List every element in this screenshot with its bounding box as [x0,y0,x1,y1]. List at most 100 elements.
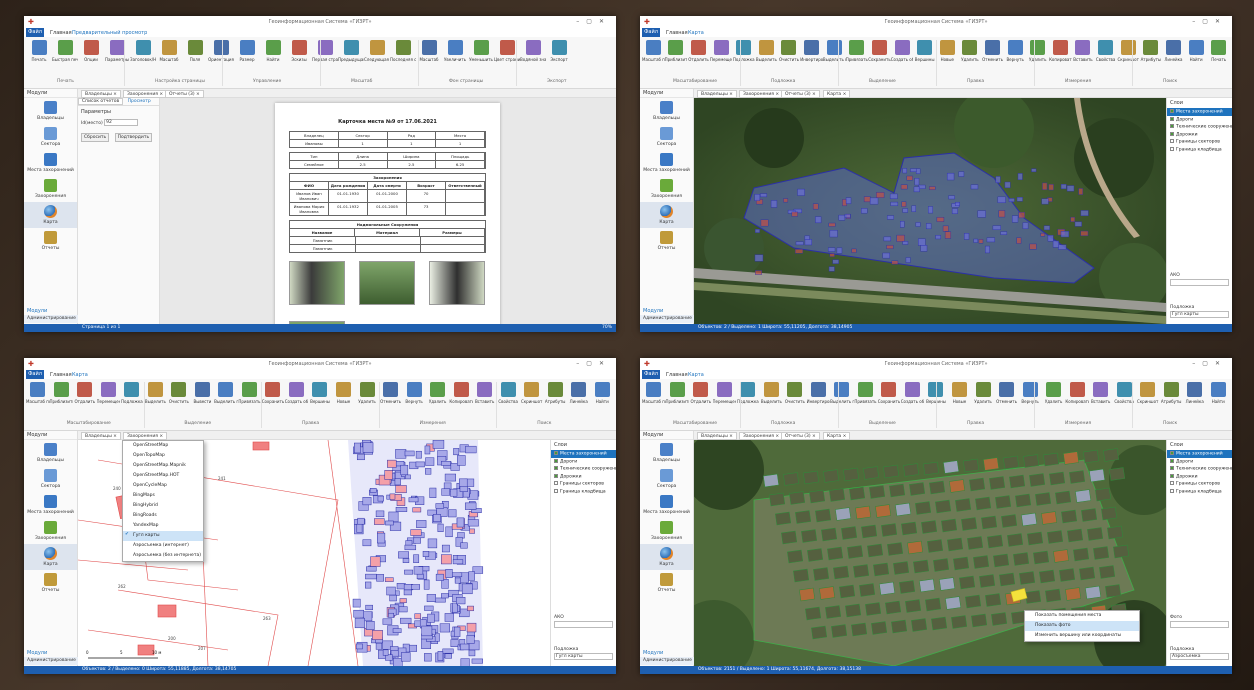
ribbon-button[interactable]: Очистить [778,40,801,62]
burial-plot[interactable] [907,540,924,555]
burial-plot[interactable] [415,461,425,468]
layer-checkbox[interactable] [1170,131,1174,136]
burial-plot[interactable] [442,648,454,654]
basemap-option[interactable]: OpenCycleMap [123,481,203,491]
burial-plot[interactable] [867,543,884,558]
admin-link[interactable]: Администрирование [24,657,78,665]
burial-plot[interactable] [365,621,375,630]
layer-checkbox[interactable] [1170,466,1174,470]
ribbon-button[interactable]: Копировать [449,382,473,404]
layer-item[interactable]: Дорожки [1167,473,1232,481]
burial-plot[interactable] [459,486,468,492]
sidebar-item[interactable]: Места захоронений [24,150,77,176]
burial-plot[interactable] [805,606,822,621]
ribbon-button[interactable]: Отдалить [687,40,710,62]
basemap-option[interactable]: Аэросъемка (без интернета) [123,551,203,561]
ribbon-button[interactable]: Найти [1206,382,1230,404]
burial-plot[interactable] [829,230,838,238]
burial-plot[interactable] [354,617,365,629]
burial-plot[interactable] [412,507,422,513]
burial-plot[interactable] [763,473,780,488]
file-tab[interactable]: Файл [642,370,660,379]
burial-plot[interactable] [812,203,819,210]
window-controls[interactable]: –▢✕ [1192,360,1227,367]
burial-plot[interactable] [465,445,477,454]
burial-plot[interactable] [899,580,916,594]
burial-plot[interactable] [1015,493,1032,508]
burial-plot[interactable] [1099,565,1116,579]
burial-plot[interactable] [783,472,800,486]
burial-plot[interactable] [942,225,949,232]
burial-plot[interactable] [887,215,894,220]
ribbon-button[interactable]: Выделить [755,40,778,62]
layer-item[interactable]: Границы секторов [1167,480,1232,488]
ribbon-button[interactable]: Перемещение [710,40,732,62]
burial-plot[interactable] [926,223,932,230]
burial-plot[interactable] [791,211,798,217]
ribbon-button[interactable]: Удалить [1026,40,1049,62]
tab-preview[interactable]: Предварительный просмотр [72,29,147,37]
layer-item[interactable]: Дорожки [551,473,616,481]
burial-plot[interactable] [460,658,470,666]
burial-plot[interactable] [441,460,451,466]
burial-plot[interactable] [461,583,473,595]
basemap-option[interactable]: OpenStreetMap.Mapnik [123,461,203,471]
burial-plot[interactable] [1089,468,1106,483]
burial-plot[interactable] [995,176,1001,183]
ribbon-button[interactable]: Перемещение [97,382,120,404]
burial-plot[interactable] [939,577,956,591]
context-menu-item[interactable]: Показать фото [1025,621,1139,631]
ribbon-button[interactable]: Новые [948,382,972,404]
burial-plot[interactable] [831,624,848,638]
burial-plot[interactable] [365,604,373,611]
burial-plot[interactable] [384,470,393,480]
burial-plot[interactable] [929,186,936,190]
burial-plot[interactable] [372,630,383,640]
burial-plot[interactable] [452,559,464,565]
burial-plot[interactable] [885,600,902,615]
burial-plot[interactable] [935,235,941,240]
ribbon-button[interactable]: Перемещение [713,382,736,404]
ribbon-button[interactable]: Масштаб по слою [642,40,665,62]
burial-plot[interactable] [847,545,864,559]
aerial-map-canvas[interactable] [694,98,1166,324]
burial-plot[interactable] [986,237,995,243]
burial-plot[interactable] [398,606,408,613]
burial-plot[interactable] [448,509,457,518]
burial-plot[interactable] [362,442,374,453]
burial-plot[interactable] [770,200,778,208]
burial-plot[interactable] [389,594,397,602]
ribbon-button[interactable]: Масштаб [416,40,442,62]
burial-plot[interactable] [1095,487,1112,502]
ribbon-button[interactable]: Удалить [971,382,995,404]
document-tab[interactable]: Захоронения × [123,432,168,440]
basemap-option[interactable]: BingHybrid [123,501,203,511]
burial-plot[interactable] [1027,531,1044,546]
sidebar-item[interactable]: Сектора [24,124,77,150]
burial-plot[interactable] [871,621,888,635]
burial-plot[interactable] [783,198,789,203]
burial-plot[interactable] [883,236,892,242]
ribbon-button[interactable]: Вставить [473,382,497,404]
layer-item[interactable]: Технические сооружения [1167,465,1232,473]
basemap-select[interactable]: Гугл карты [1170,311,1229,318]
burial-plot[interactable] [1040,233,1045,237]
burial-plot[interactable] [450,488,458,497]
burial-plot[interactable] [928,206,933,214]
tab-home[interactable]: Главная [50,29,72,37]
burial-plot[interactable] [400,464,409,476]
layer-checkbox[interactable] [554,451,558,455]
burial-plot[interactable] [1049,471,1066,486]
burial-plot[interactable] [819,586,836,600]
burial-plot[interactable] [949,479,966,493]
burial-plot[interactable] [1029,473,1046,487]
burial-plot[interactable] [421,625,433,637]
burial-plot[interactable] [813,567,830,581]
burial-plot[interactable] [903,463,920,477]
ribbon-button[interactable]: Скриншот [520,382,544,404]
burial-plot[interactable] [955,498,972,512]
burial-plot[interactable] [853,564,870,578]
burial-plot[interactable] [450,639,459,648]
burial-plot[interactable] [836,247,843,254]
burial-plot[interactable] [1053,549,1070,563]
